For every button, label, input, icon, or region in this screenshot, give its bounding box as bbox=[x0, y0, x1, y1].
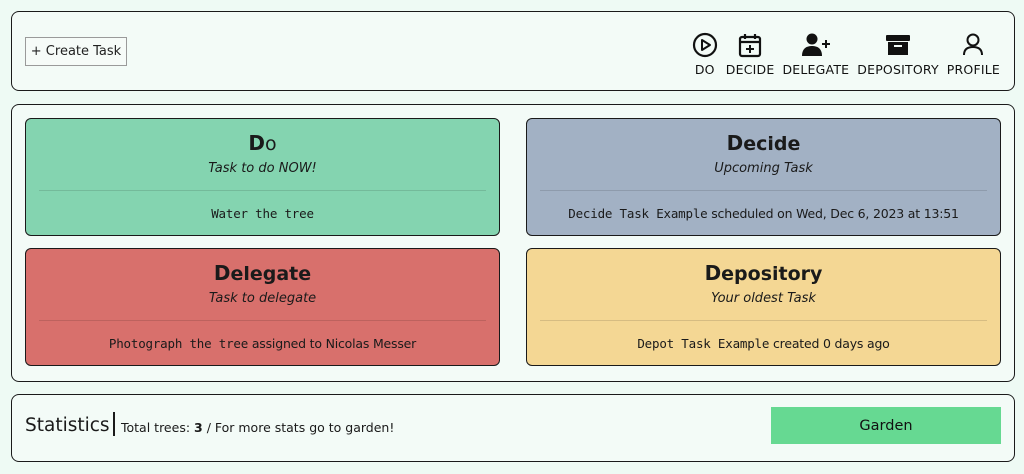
nav-item-delegate[interactable]: DELEGATE bbox=[778, 32, 853, 77]
top-bar: + Create Task DO DECIDE DELEGATE DEPOSIT… bbox=[11, 11, 1015, 91]
create-task-button[interactable]: + Create Task bbox=[25, 37, 127, 66]
statistics-bar: Statistics Total trees: 3 / For more sta… bbox=[11, 394, 1015, 462]
archive-box-icon bbox=[886, 35, 911, 55]
card-title: Do bbox=[248, 131, 277, 155]
decide-card[interactable]: Decide Upcoming Task Decide Task Example… bbox=[526, 118, 1001, 236]
statistics-title: Statistics bbox=[25, 415, 110, 436]
statistics-summary: Total trees: 3 / For more stats go to ga… bbox=[121, 420, 395, 435]
task-board: Do Task to do NOW! Water the tree Decide… bbox=[11, 104, 1015, 382]
delegate-card[interactable]: Delegate Task to delegate Photograph the… bbox=[25, 248, 500, 366]
card-subtitle: Task to delegate bbox=[208, 291, 317, 306]
nav-label-do: DO bbox=[694, 62, 715, 77]
card-subtitle: Your oldest Task bbox=[711, 291, 816, 306]
card-subtitle: Task to do NOW! bbox=[208, 161, 317, 176]
card-task: Photograph the tree assigned to Nicolas … bbox=[108, 336, 417, 351]
card-task: Decide Task Example scheduled on Wed, De… bbox=[568, 206, 959, 221]
nav-label-delegate: DELEGATE bbox=[782, 62, 850, 77]
nav-item-do[interactable]: DO bbox=[688, 32, 722, 77]
divider bbox=[39, 190, 486, 191]
card-task: Depot Task Example created 0 days ago bbox=[637, 336, 890, 351]
divider bbox=[39, 320, 486, 321]
divider bbox=[540, 190, 987, 191]
calendar-plus-icon bbox=[739, 34, 762, 58]
tree-count: 3 bbox=[194, 420, 203, 435]
nav-label-profile: PROFILE bbox=[946, 62, 1000, 77]
nav-item-profile[interactable]: PROFILE bbox=[943, 32, 1004, 77]
play-circle-icon bbox=[692, 32, 717, 58]
nav-item-depository[interactable]: DEPOSITORY bbox=[853, 32, 943, 77]
depository-card[interactable]: Depository Your oldest Task Depot Task E… bbox=[526, 248, 1001, 366]
nav-label-decide: DECIDE bbox=[725, 62, 775, 77]
do-card[interactable]: Do Task to do NOW! Water the tree bbox=[25, 118, 500, 236]
card-title: Delegate bbox=[213, 261, 312, 285]
card-subtitle: Upcoming Task bbox=[714, 161, 813, 176]
user-icon bbox=[963, 33, 984, 56]
main-nav: DO DECIDE DELEGATE DEPOSITORY PROFILE bbox=[688, 32, 1004, 77]
nav-label-depository: DEPOSITORY bbox=[857, 62, 939, 77]
divider bbox=[113, 412, 115, 436]
card-title: Depository bbox=[704, 261, 823, 285]
nav-item-decide[interactable]: DECIDE bbox=[722, 32, 779, 77]
card-title: Decide bbox=[726, 131, 801, 155]
divider bbox=[540, 320, 987, 321]
user-plus-icon bbox=[801, 33, 830, 56]
card-task: Water the tree bbox=[211, 206, 314, 221]
garden-button[interactable]: Garden bbox=[771, 407, 1001, 444]
